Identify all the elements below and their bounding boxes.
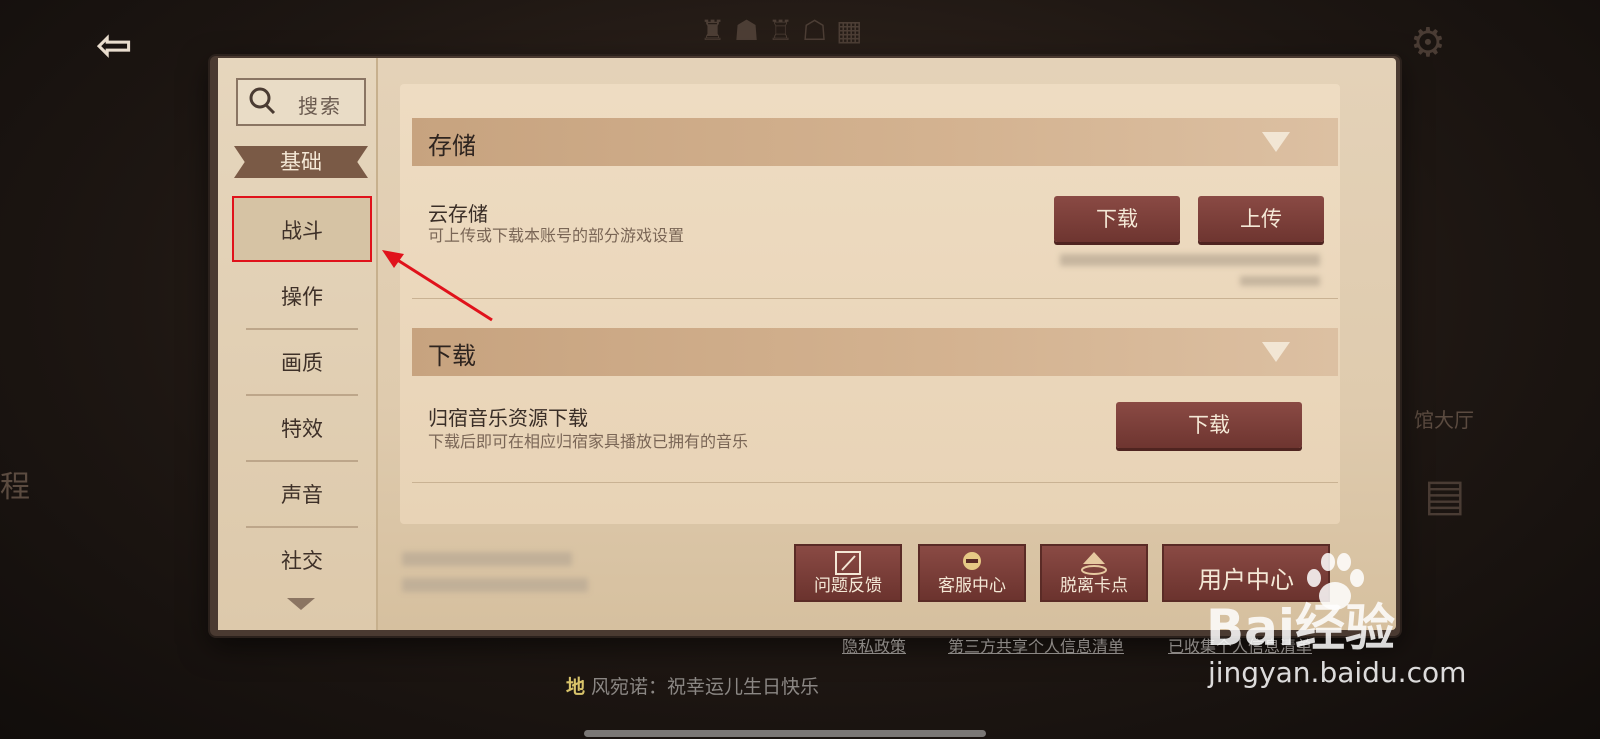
music-download-button[interactable]: 下载 xyxy=(1116,402,1302,448)
nav-item-effects[interactable]: 特效 xyxy=(232,396,372,462)
feedback-button[interactable]: 问题反馈 xyxy=(794,544,902,602)
section-header-download[interactable] xyxy=(412,328,1338,376)
section-divider xyxy=(412,482,1338,483)
blurred-sync-info xyxy=(1240,276,1320,286)
nav-item-sound[interactable]: 声音 xyxy=(232,462,372,528)
section-divider xyxy=(412,298,1338,299)
collapse-triangle-icon[interactable] xyxy=(1262,342,1290,362)
settings-gear-icon[interactable]: ⚙ xyxy=(1410,20,1446,66)
blurred-sync-info xyxy=(1060,254,1320,266)
nav-item-social[interactable]: 社交 xyxy=(232,528,372,594)
search-icon xyxy=(249,87,276,114)
unstuck-button[interactable]: 脱离卡点 xyxy=(1040,544,1148,602)
watermark-brand: Bai经验 xyxy=(1206,599,1395,657)
third-party-info-link[interactable]: 第三方共享个人信息清单 xyxy=(948,633,1124,657)
search-button[interactable]: 搜索 xyxy=(236,78,366,126)
ticker-tag: 地 xyxy=(566,676,586,698)
blurred-account-info xyxy=(402,578,588,592)
blurred-account-info xyxy=(402,552,572,566)
broadcast-ticker: 地风宛诺：祝幸运儿生日快乐 xyxy=(566,672,819,699)
nav-item-controls[interactable]: 操作 xyxy=(232,264,372,330)
chevron-down-icon[interactable] xyxy=(287,598,315,610)
exit-icon[interactable]: ⇦ xyxy=(76,14,152,78)
feedback-label: 问题反馈 xyxy=(814,576,882,596)
nav-item-battle[interactable]: 战斗 xyxy=(232,196,372,262)
section-title-download: 下载 xyxy=(428,342,476,370)
music-download-title: 归宿音乐资源下载 xyxy=(428,406,588,430)
unstuck-label: 脱离卡点 xyxy=(1060,576,1128,596)
customer-service-button[interactable]: 客服中心 xyxy=(918,544,1026,602)
background-icons: ♜ ☗ ♖ ☖ ▦ xyxy=(700,14,863,47)
book-icon: ▤ xyxy=(1424,470,1466,521)
search-label: 搜索 xyxy=(298,94,342,118)
cloud-download-button[interactable]: 下载 xyxy=(1054,196,1180,242)
watermark-url: jingyan.baidu.com xyxy=(1208,656,1467,689)
section-header-storage[interactable] xyxy=(412,118,1338,166)
annotation-arrow-icon xyxy=(382,250,493,322)
cloud-upload-button[interactable]: 上传 xyxy=(1198,196,1324,242)
music-download-desc: 下载后即可在相应归宿家具播放已拥有的音乐 xyxy=(428,432,749,451)
side-text-left: 程 xyxy=(0,470,30,505)
section-title-storage: 存储 xyxy=(428,132,476,160)
collapse-triangle-icon[interactable] xyxy=(1262,132,1290,152)
home-indicator[interactable] xyxy=(584,730,986,737)
ticker-text: 风宛诺：祝幸运儿生日快乐 xyxy=(591,676,820,698)
privacy-policy-link[interactable]: 隐私政策 xyxy=(842,633,906,657)
nav-category-basic[interactable]: 基础 xyxy=(234,146,368,178)
side-text-right: 馆大厅 xyxy=(1414,408,1474,432)
nav-item-graphics[interactable]: 画质 xyxy=(232,330,372,396)
customer-service-label: 客服中心 xyxy=(938,576,1006,596)
